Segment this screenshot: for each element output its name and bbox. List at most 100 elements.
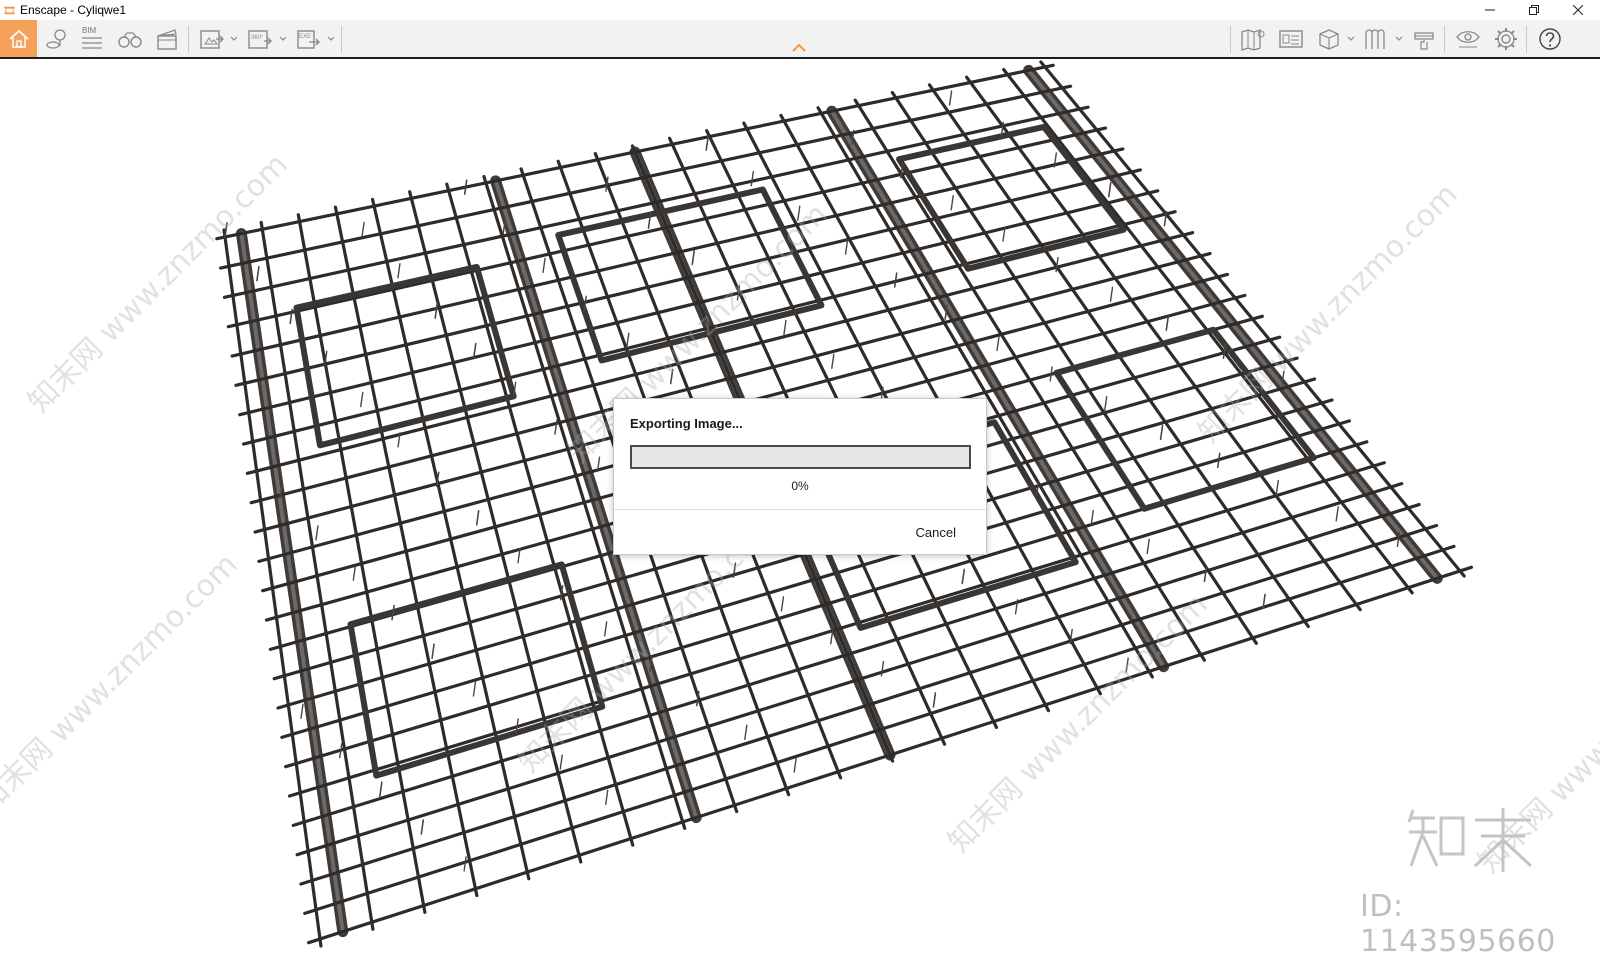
rebar-spike xyxy=(932,692,937,708)
znzmo-logo xyxy=(1407,808,1533,872)
walk-mode-button[interactable] xyxy=(115,24,145,54)
toolbar-separator xyxy=(1230,26,1231,53)
rebar-spike xyxy=(420,819,424,835)
rebar-spike xyxy=(1275,479,1279,496)
rebar-spike xyxy=(948,90,953,106)
rebar-spike xyxy=(361,221,365,238)
rebar-spike xyxy=(604,621,608,637)
home-icon xyxy=(8,29,29,48)
rebar-spike xyxy=(472,681,477,697)
rebar-spike xyxy=(605,789,609,805)
rebar-spike xyxy=(750,170,755,187)
cancel-button[interactable]: Cancel xyxy=(916,525,956,540)
export-progress-bar xyxy=(630,445,971,469)
rebar-spike xyxy=(397,263,401,279)
bim-icon: BIM xyxy=(82,26,102,49)
svg-text:BIM: BIM xyxy=(82,26,97,35)
rebar-spike xyxy=(542,257,546,274)
screenshot-button[interactable] xyxy=(197,24,227,54)
material-editor-icon xyxy=(1414,32,1434,50)
home-button[interactable] xyxy=(0,20,37,57)
rebar-spike xyxy=(1049,366,1053,382)
restore-button[interactable] xyxy=(1512,0,1556,20)
rebar-spike xyxy=(961,568,965,585)
enscape-logo-icon xyxy=(3,6,16,14)
rebar-spike xyxy=(473,342,477,359)
rebar-spike xyxy=(1108,181,1112,198)
chevron-down-icon xyxy=(1395,36,1403,41)
rebar-spike xyxy=(950,195,954,211)
chevron-down-icon xyxy=(1347,36,1355,41)
screenshot-dropdown[interactable] xyxy=(230,35,238,43)
rebar-spike xyxy=(339,743,343,759)
rebar-spike xyxy=(996,335,1000,352)
settings-button[interactable] xyxy=(1491,24,1521,54)
binoculars-icon xyxy=(118,32,142,48)
rebar-spike xyxy=(626,332,630,349)
rebar-spike xyxy=(1165,315,1170,331)
screenshot-export-icon xyxy=(200,30,224,49)
rebar-spike xyxy=(379,781,383,797)
rebar-spike xyxy=(463,179,468,195)
export-progress-dialog: Exporting Image... 0% Cancel xyxy=(613,398,987,555)
rebar-spike xyxy=(831,353,835,369)
views-button[interactable] xyxy=(1361,24,1391,54)
asset-library-button[interactable] xyxy=(1276,24,1306,54)
image-id-label: ID: 1143595660 xyxy=(1360,889,1556,954)
location-button[interactable] xyxy=(42,24,72,54)
rebar-spike xyxy=(315,525,319,541)
toolbar-separator xyxy=(1444,26,1445,53)
cube-view-dropdown[interactable] xyxy=(1347,35,1355,43)
dialog-title: Exporting Image... xyxy=(630,416,743,431)
help-button[interactable] xyxy=(1535,24,1565,54)
cube-view-button[interactable] xyxy=(1314,24,1344,54)
rebar-spike xyxy=(1217,452,1221,469)
close-button[interactable] xyxy=(1556,0,1600,20)
visual-settings-button[interactable] xyxy=(1453,24,1483,54)
map-button[interactable] xyxy=(1238,24,1268,54)
video-editor-button[interactable] xyxy=(152,24,182,54)
chevron-down-icon xyxy=(279,36,287,41)
title-bar: Enscape - Cyliqwe1 xyxy=(0,0,1600,20)
minimize-button[interactable] xyxy=(1468,0,1512,20)
rebar-spike xyxy=(1203,566,1208,583)
enscape-toolbar: BIM 360° EXE xyxy=(0,20,1600,59)
map-pin-icon xyxy=(46,29,66,49)
rebar-spike xyxy=(475,510,480,526)
rebar-spike xyxy=(1109,286,1114,302)
rebar-spike xyxy=(300,703,304,720)
rebar-spike xyxy=(783,319,787,336)
chevron-up-icon xyxy=(792,44,806,52)
chevron-down-icon xyxy=(327,36,335,41)
map-icon xyxy=(1241,29,1265,51)
panorama-360-icon: 360° xyxy=(248,30,272,49)
views-dropdown[interactable] xyxy=(1395,35,1403,43)
views-icon xyxy=(1365,29,1385,49)
progress-percent: 0% xyxy=(791,479,809,493)
rebar-spike xyxy=(391,604,395,621)
cube-view-icon xyxy=(1319,29,1339,50)
minimize-icon xyxy=(1485,9,1495,11)
collapse-toolbar-button[interactable] xyxy=(791,42,807,54)
material-editor-button[interactable] xyxy=(1409,24,1439,54)
toolbar-separator xyxy=(1526,26,1527,53)
exe-export-dropdown[interactable] xyxy=(327,35,335,43)
panorama-dropdown[interactable] xyxy=(279,35,287,43)
panorama-button[interactable]: 360° xyxy=(245,24,275,54)
bim-button[interactable]: BIM xyxy=(77,24,107,54)
close-icon xyxy=(1573,5,1583,15)
exe-export-button[interactable]: EXE xyxy=(294,24,324,54)
rebar-spike xyxy=(793,757,797,773)
rebar-spike xyxy=(431,643,435,659)
exe-export-icon: EXE xyxy=(297,30,320,49)
rebar-spike xyxy=(880,661,885,677)
rebar-spike xyxy=(352,565,357,581)
rebar-spike xyxy=(360,391,364,408)
rebar-spike xyxy=(463,856,467,872)
rebar-bar xyxy=(226,126,1108,329)
rebar-spike xyxy=(780,596,785,612)
rebar-spike xyxy=(256,265,260,282)
rebar-spike xyxy=(1146,538,1150,555)
rebar-spike xyxy=(691,249,695,266)
clapperboard-icon xyxy=(157,29,177,50)
